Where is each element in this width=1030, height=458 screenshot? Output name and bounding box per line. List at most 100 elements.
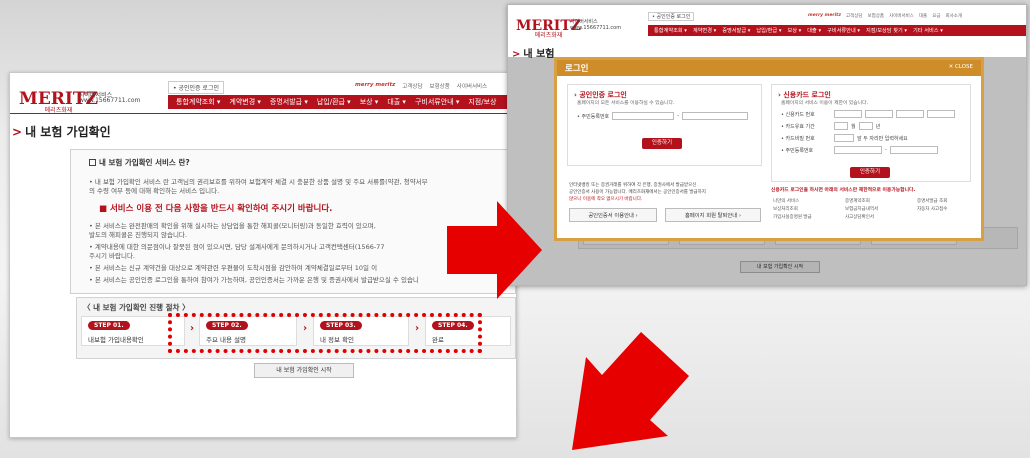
resident-id-first[interactable] [612, 112, 675, 120]
merry-meritz-logo[interactable]: merry meritz [355, 82, 395, 90]
steps-highlight-box [168, 313, 482, 353]
card-number-1[interactable] [834, 110, 862, 118]
cyber-service-url: www.15667711.com [570, 25, 622, 31]
top-links: merry meritz 고객상담 보험상품 사이버서비스 [355, 82, 487, 90]
right-screenshot: MERITZ 메리츠화재 사이버서비스 www.15667711.com • 공… [507, 4, 1027, 286]
nav-item[interactable]: 통합계약조회 ▾ [654, 27, 687, 34]
service-item: 나만의 서비스 [773, 199, 800, 204]
top-link[interactable]: 대출 [919, 13, 927, 19]
section-title-text: 내 보험 가입확인 서비스 란? [99, 158, 190, 167]
top-link[interactable]: 고객상담 [846, 13, 863, 19]
modal-header: 로그인 ✕ CLOSE [557, 60, 981, 76]
service-item: 보상처리조회 [773, 207, 798, 212]
start-check-button[interactable]: 내 보험 가입확인 시작 [254, 363, 354, 378]
card-number-row: • 신용카드 번호 [781, 110, 955, 118]
warning-title: ■ 서비스 이용 전 다음 사항을 반드시 확인하여 주시기 바랍니다. [99, 204, 333, 214]
cert-login-card: › 공인인증 로그인 홈페이지의 모든 서비스를 이용하실 수 있습니다. • … [567, 84, 762, 166]
expiry-month-select[interactable] [834, 122, 848, 130]
page-title-text: 내 보험 가입확인 [25, 125, 111, 139]
card-number-2[interactable] [865, 110, 893, 118]
card-login-sub: 홈페이지의 서비스 이용이 제한이 있습니다. [781, 101, 869, 106]
login-modal: 로그인 ✕ CLOSE › 공인인증 로그인 홈페이지의 모든 서비스를 이용하… [554, 57, 984, 241]
service-item: 자동차 사고접수 [917, 207, 948, 212]
card-expiry-label: • 카드유효 기간 [781, 123, 815, 130]
cyber-service-name: 사이버서비스 [570, 19, 598, 25]
service-item: 증명서발급 조회 [917, 199, 948, 204]
top-links: merry meritz 고객상담 보험상품 사이버서비스 대출 요금 회사소개 [808, 13, 962, 19]
top-link[interactable]: 회사소개 [945, 13, 962, 19]
card-pw-row: • 카드비밀 번호 앞 두 자리만 입력하세요 [781, 134, 908, 142]
top-link[interactable]: 보험상품 [868, 13, 885, 19]
down-left-arrow-icon [572, 332, 689, 450]
service-item: 가입사실증명원 발급 [773, 215, 812, 220]
nav-item[interactable]: 증명서발급 ▾ [270, 97, 308, 107]
card-resident-label: • 주민등록번호 [781, 147, 814, 154]
modal-close-button[interactable]: ✕ CLOSE [949, 64, 973, 70]
cert-login-link[interactable]: • 공인인증 로그인 [168, 81, 224, 94]
cert-login-link[interactable]: • 공인인증 로그인 [648, 12, 695, 21]
title-chevron-icon: > [12, 125, 23, 139]
nav-item[interactable]: 대출 ▾ [807, 27, 821, 34]
cyber-service-url: www.15667711.com [79, 97, 141, 104]
card-pw-label: • 카드비밀 번호 [781, 135, 815, 142]
process-title: 〈 내 보험 가입확인 진행 절차 〉 [83, 303, 190, 312]
note-line: 주시기 바랍니다. [89, 252, 135, 260]
top-link[interactable]: 보험상품 [430, 82, 450, 90]
nav-item[interactable]: 지점/보상담 찾기 ▾ [866, 27, 907, 34]
nav-item[interactable]: 보상 ▾ [360, 97, 379, 107]
nav-item[interactable]: 기타 서비스 ▾ [913, 27, 943, 34]
top-link[interactable]: 사이버서비스 [889, 13, 914, 19]
nav-item[interactable]: 통합계약조회 ▾ [176, 97, 220, 107]
expiry-year-select[interactable] [858, 122, 873, 130]
card-number-4[interactable] [927, 110, 955, 118]
nav-item[interactable]: 납입/환급 ▾ [756, 27, 781, 34]
card-resident-first[interactable] [834, 146, 882, 154]
card-number-3[interactable] [896, 110, 924, 118]
step-label: 내보험 가입내용확인 [88, 336, 144, 344]
service-item: 사고상담확인서 [845, 215, 874, 220]
service-item: 보험금지급내역서 [845, 207, 879, 212]
dash: - [885, 147, 887, 153]
card-service-title: 신용카드 로그인을 하시면 아래의 서비스만 제한적으로 이용가능합니다. [771, 188, 916, 193]
main-nav: 통합계약조회 ▾ 계약변경 ▾ 증명서발급 ▾ 납입/환급 ▾ 보상 ▾ 대출 … [648, 25, 1026, 36]
nav-item[interactable]: 계약변경 ▾ [693, 27, 716, 34]
nav-item[interactable]: 보상 ▾ [787, 27, 801, 34]
year-label: 년 [875, 123, 881, 130]
top-link[interactable]: 고객상담 [402, 82, 422, 90]
resident-id-second[interactable] [681, 112, 748, 120]
card-number-label: • 신용카드 번호 [781, 111, 815, 118]
cert-info-line: 공인인증서 사용이 가능합니다. 메리츠화재에서는 공인인증서를 발급하지 [569, 190, 706, 195]
cert-guide-button[interactable]: 공인인증서 이용안내 › [569, 208, 657, 222]
service-item: 증명계약조회 [845, 199, 870, 204]
nav-item[interactable]: 지점/보상 [468, 97, 496, 107]
top-link[interactable]: 요금 [932, 13, 940, 19]
month-label: 월 [851, 123, 856, 130]
nav-item[interactable]: 계약변경 ▾ [229, 97, 261, 107]
cert-auth-button[interactable]: 인증하기 [642, 138, 682, 149]
card-pw-hint: 앞 두 자리만 입력하세요 [857, 135, 908, 142]
intro-line: 의 수령 여부 등에 대해 확인하는 서비스 입니다. [89, 187, 220, 195]
top-link[interactable]: 사이버서비스 [457, 82, 487, 90]
section-bullet-icon [89, 159, 96, 166]
nav-item[interactable]: 대출 ▾ [387, 97, 406, 107]
nav-item[interactable]: 증명서발급 ▾ [722, 27, 750, 34]
page-title: > 내 보험 가입확인 [12, 123, 111, 140]
card-login-card: › 신용카드 로그인 홈페이지의 서비스 이용이 제한이 있습니다. • 신용카… [771, 84, 971, 182]
dash: - [677, 113, 679, 119]
card-auth-button[interactable]: 인증하기 [850, 167, 890, 178]
cert-info-line: 인터넷뱅킹 또는 증권거래를 위하여 각 은행, 증권사에서 발급받으신 [569, 183, 697, 188]
cert-login-sub: 홈페이지의 모든 서비스를 이용하실 수 있습니다. [577, 101, 675, 106]
member-withdraw-button[interactable]: 홈페이지 회원 탈퇴안내 › [665, 208, 761, 222]
note-line: • 본 서비스는 공인인증 로그인을 통하여 참여가 가능하며, 공인인증서는 … [89, 276, 419, 284]
main-nav: 통합계약조회 ▾ 계약변경 ▾ 증명서발급 ▾ 납입/환급 ▾ 보상 ▾ 대출 … [168, 95, 516, 109]
nav-item[interactable]: 납입/환급 ▾ [317, 97, 351, 107]
nav-item[interactable]: 구비서류안내 ▾ [415, 97, 459, 107]
resident-id-label: • 주민등록번호 [577, 113, 610, 120]
step-badge: STEP 01. [88, 321, 130, 330]
card-resident-row: • 주민등록번호 - [781, 146, 938, 154]
card-expiry-row: • 카드유효 기간 월 년 [781, 122, 880, 130]
card-resident-second[interactable] [889, 146, 938, 154]
merry-meritz-logo[interactable]: merry meritz [808, 13, 841, 19]
nav-item[interactable]: 구비서류안내 ▾ [827, 27, 860, 34]
card-pw-input[interactable] [834, 134, 854, 142]
